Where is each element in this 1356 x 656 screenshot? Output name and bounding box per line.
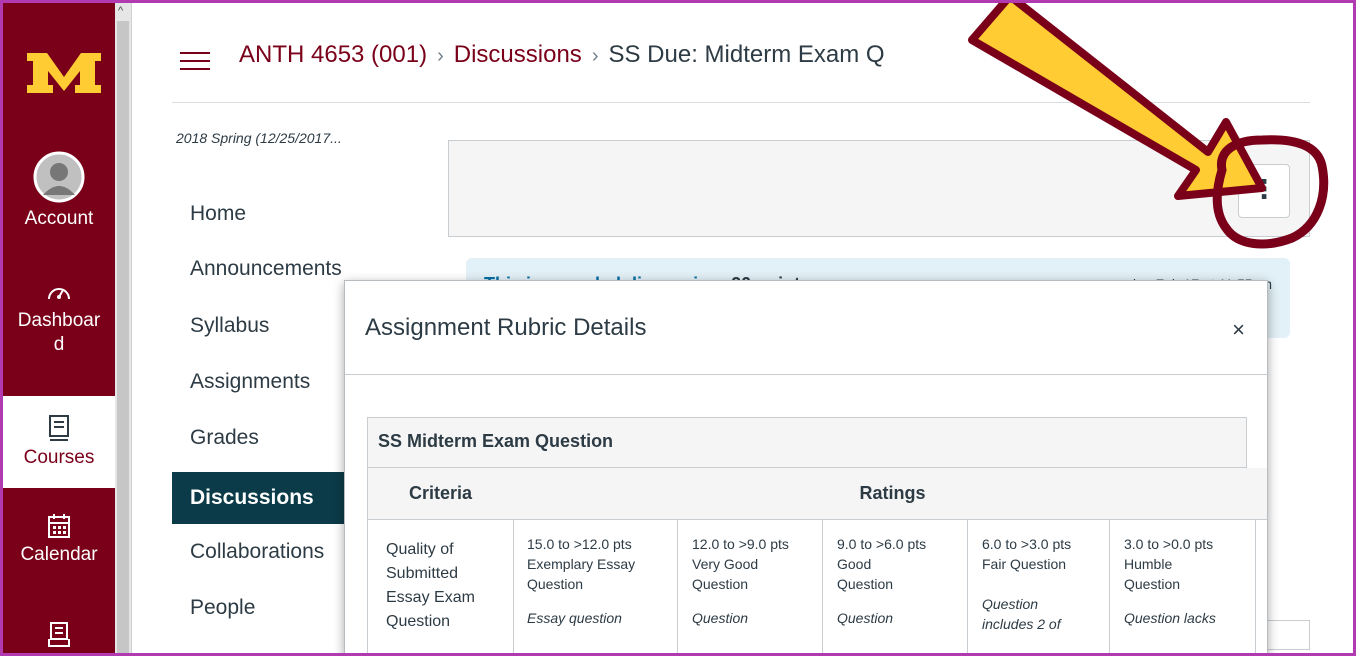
university-logo[interactable] <box>25 51 103 95</box>
nav-courses[interactable]: Courses <box>3 396 115 488</box>
criterion-description: Quality of Submitted Essay Exam Question <box>386 538 475 634</box>
course-navigation: 2018 Spring (12/25/2017... Home Announce… <box>172 130 347 619</box>
rating-points: 15.0 to >12.0 pts <box>527 536 632 552</box>
more-options-kebab-button[interactable]: ⋮ <box>1238 164 1290 218</box>
nav-dashboard-label: Dashboar d <box>17 310 101 355</box>
rating-description: Exemplary Essay <box>527 556 636 572</box>
vertical-scrollbar[interactable]: ^ <box>115 3 132 653</box>
hamburger-menu-icon[interactable] <box>180 52 210 70</box>
discussion-toolbar <box>448 140 1310 237</box>
rating-long-description: Question includes 2 of <box>982 596 1061 632</box>
rating-description: Question <box>837 576 894 592</box>
breadcrumb: ANTH 4653 (001) › Discussions › SS Due: Midt… <box>239 41 885 69</box>
course-nav-assignments[interactable]: Assignments <box>172 360 347 404</box>
rating-description: Good <box>837 556 872 572</box>
rating-points: 6.0 to >3.0 pts <box>982 536 1072 552</box>
rating-points: 9.0 to >6.0 pts <box>837 536 927 552</box>
dialog-header: Assignment Rubric Details × <box>345 281 1267 375</box>
rating-long-description: Essay question <box>527 610 622 626</box>
nav-inbox[interactable] <box>3 621 115 651</box>
global-navigation: Account Dashboar d Courses Calendar <box>3 3 115 653</box>
course-nav-home[interactable]: Home <box>172 192 347 236</box>
rating-points: 12.0 to >9.0 pts <box>692 536 789 552</box>
calendar-icon <box>48 514 70 538</box>
course-nav-people[interactable]: People <box>172 586 347 630</box>
criterion-line: Submitted <box>386 565 459 582</box>
course-nav-discussions[interactable]: Discussions <box>172 472 347 524</box>
rating-description: Question <box>692 576 749 592</box>
criterion-cell: Quality of Submitted Essay Exam Question <box>367 520 514 655</box>
nav-calendar-label: Calendar <box>20 544 98 565</box>
nav-calendar[interactable]: Calendar <box>3 513 115 567</box>
course-nav-announcements[interactable]: Announcements <box>172 247 347 291</box>
rating-cell: 3.0 to >0.0 pts Humble Question Question… <box>1110 520 1256 655</box>
dialog-title: Assignment Rubric Details <box>365 314 647 341</box>
term-label: 2018 Spring (12/25/2017... <box>176 130 342 146</box>
rating-points: 3.0 to >0.0 pts <box>1124 536 1214 552</box>
criterion-line: Quality of <box>386 541 454 558</box>
rating-description: Humble <box>1124 556 1173 572</box>
rubric-title: SS Midterm Exam Question <box>367 417 1247 468</box>
nav-account[interactable]: Account <box>3 151 115 231</box>
rating-description: Fair Question <box>982 556 1067 572</box>
rating-long-description: Question <box>692 610 749 626</box>
rating-description: Question <box>527 576 584 592</box>
dashboard-icon <box>48 288 70 300</box>
close-icon[interactable]: × <box>1232 317 1245 343</box>
breadcrumb-separator: › <box>437 45 444 67</box>
nav-courses-label: Courses <box>23 447 95 468</box>
rating-description: Question <box>1124 576 1181 592</box>
scrollbar-thumb[interactable] <box>117 21 129 653</box>
nav-account-label: Account <box>24 208 94 229</box>
ratings-header: Ratings <box>513 468 1267 520</box>
course-nav-syllabus[interactable]: Syllabus <box>172 304 347 348</box>
criteria-header: Criteria <box>367 468 514 520</box>
nav-dashboard[interactable]: Dashboar d <box>3 281 115 357</box>
breadcrumb-course-link[interactable]: ANTH 4653 (001) <box>239 41 427 68</box>
course-nav-collaborations[interactable]: Collaborations <box>172 530 347 574</box>
rating-cell: 6.0 to >3.0 pts Fair Question Question i… <box>968 520 1110 655</box>
criterion-line: Essay Exam <box>386 589 475 606</box>
rating-cell: 9.0 to >6.0 pts Good Question Question <box>823 520 968 655</box>
breadcrumb-current: SS Due: Midterm Exam Q <box>608 41 885 68</box>
courses-icon <box>49 415 69 441</box>
breadcrumb-separator: › <box>591 45 599 67</box>
criterion-line: Question <box>386 613 451 630</box>
rating-description: Very Good <box>692 556 759 572</box>
rating-long-description: Question <box>837 610 894 626</box>
rating-cell: 12.0 to >9.0 pts Very Good Question Ques… <box>678 520 823 655</box>
content-scroll-box <box>1262 620 1310 650</box>
rubric-details-dialog: Assignment Rubric Details × SS Midterm E… <box>344 280 1268 656</box>
course-nav-grades[interactable]: Grades <box>172 416 347 460</box>
scroll-up-arrow-icon[interactable]: ^ <box>118 5 123 17</box>
page-header: ANTH 4653 (001) › Discussions › SS Due: Midt… <box>172 3 1310 103</box>
rating-cell: 15.0 to >12.0 pts Exemplary Essay Questi… <box>513 520 678 655</box>
rating-long-description: Question lacks <box>1124 610 1216 626</box>
breadcrumb-discussions-link[interactable]: Discussions <box>454 41 582 68</box>
inbox-icon <box>48 622 70 647</box>
account-avatar-icon <box>33 151 85 203</box>
